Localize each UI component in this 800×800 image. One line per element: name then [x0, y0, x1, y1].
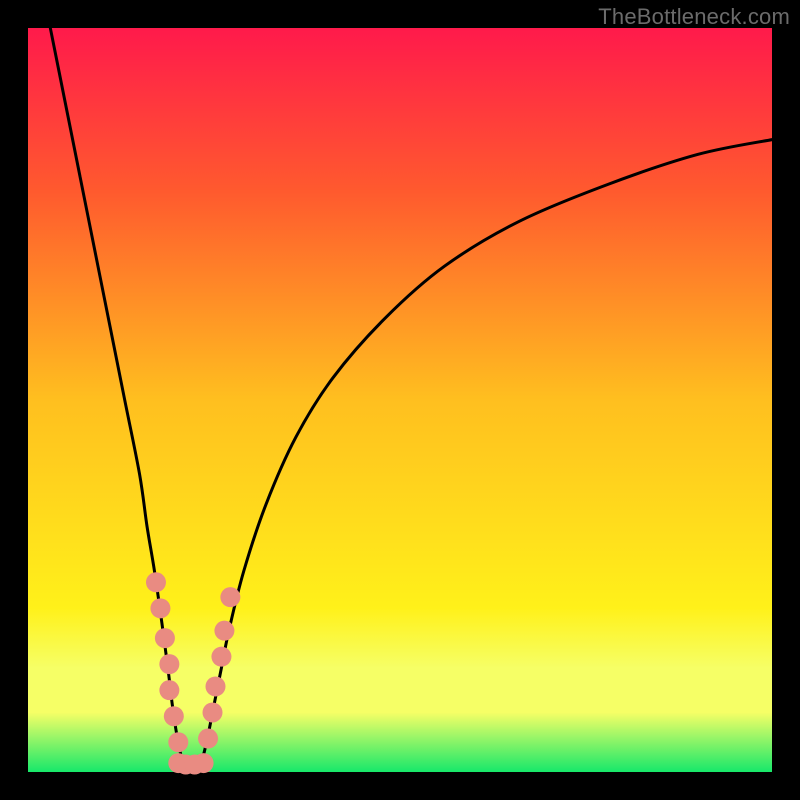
data-marker: [220, 587, 240, 607]
curve-right-branch: [199, 140, 772, 772]
data-marker: [159, 680, 179, 700]
data-marker: [168, 732, 188, 752]
data-marker: [211, 647, 231, 667]
watermark-text: TheBottleneck.com: [598, 4, 790, 30]
marker-group: [146, 572, 240, 774]
data-marker: [205, 676, 225, 696]
data-marker: [214, 621, 234, 641]
outer-frame: TheBottleneck.com: [0, 0, 800, 800]
data-marker: [198, 729, 218, 749]
data-marker: [146, 572, 166, 592]
data-marker: [155, 628, 175, 648]
data-marker: [150, 598, 170, 618]
chart-svg: [0, 0, 800, 800]
data-marker: [203, 702, 223, 722]
data-marker: [194, 753, 214, 773]
data-marker: [159, 654, 179, 674]
data-marker: [164, 706, 184, 726]
